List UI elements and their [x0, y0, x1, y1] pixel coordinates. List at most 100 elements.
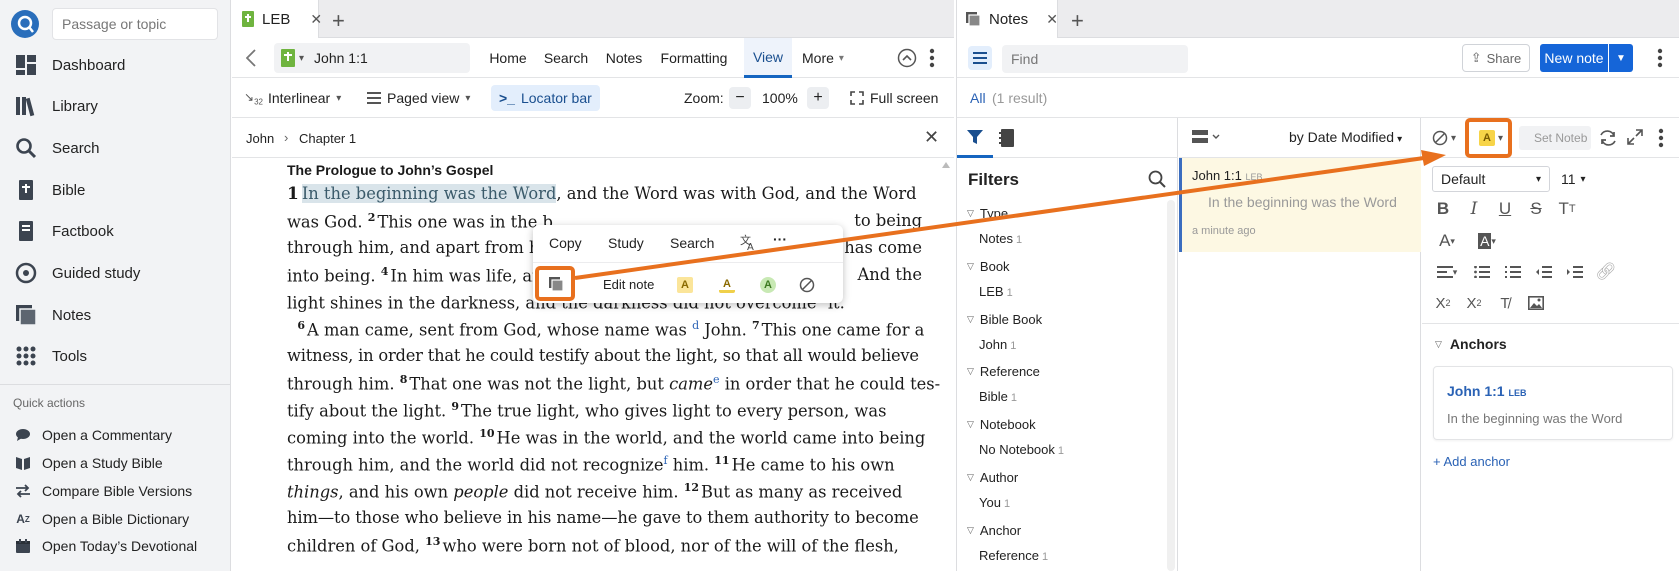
superscript-icon[interactable]: X2 — [1463, 292, 1485, 314]
full-screen-button[interactable]: Full screen — [850, 85, 938, 111]
font-size-select[interactable]: 11 ▾ — [1555, 166, 1600, 192]
collapse-up-icon[interactable] — [897, 48, 917, 68]
sidebar-item-tools[interactable]: Tools — [0, 336, 231, 376]
tab-close-icon[interactable]: ✕ — [1046, 11, 1058, 28]
sidebar-item-library[interactable]: Library — [0, 86, 231, 126]
menu-view[interactable]: View — [744, 38, 792, 78]
menu-notes[interactable]: Notes — [599, 38, 649, 78]
search-button[interactable]: Search — [670, 235, 714, 251]
more-vertical-icon[interactable] — [1657, 48, 1663, 68]
add-anchor-link[interactable]: + Add anchor — [1433, 454, 1510, 469]
add-tab-icon[interactable]: + — [1071, 8, 1084, 34]
study-button[interactable]: Study — [608, 235, 644, 251]
bullet-list-icon[interactable] — [1471, 261, 1493, 283]
tab-notes[interactable]: Notes ✕ — [957, 0, 1058, 38]
subscript-icon[interactable]: X2 — [1432, 292, 1454, 314]
quick-action-commentary[interactable]: Open a Commentary — [0, 422, 231, 448]
align-icon[interactable]: ▾ — [1432, 261, 1462, 283]
highlight-underline-icon[interactable]: A — [719, 277, 735, 293]
filter-option[interactable]: You 1 — [979, 495, 1010, 510]
edit-note-button[interactable]: Edit note — [603, 277, 654, 292]
sidebar-item-bible[interactable]: Bible — [0, 170, 231, 210]
filter-section-author[interactable]: ▽ Author — [967, 470, 1018, 485]
sidebar-item-factbook[interactable]: Factbook — [0, 211, 231, 251]
link-icon[interactable]: 🔗︎ — [1595, 261, 1617, 283]
filter-section-reference[interactable]: ▽ Reference — [967, 364, 1040, 379]
strikethrough-icon[interactable]: S — [1525, 198, 1547, 220]
numbered-list-icon[interactable] — [1502, 261, 1524, 283]
filter-option[interactable]: Bible 1 — [979, 389, 1017, 404]
menu-list-icon[interactable] — [968, 46, 992, 70]
breadcrumb-chapter[interactable]: Chapter 1 — [299, 131, 356, 146]
anchors-section-header[interactable]: ▽ Anchors — [1435, 336, 1507, 352]
notebook-icon[interactable] — [999, 128, 1015, 148]
anchor-card[interactable]: John 1:1 LEB In the beginning was the Wo… — [1433, 366, 1673, 440]
filter-section-notebook[interactable]: ▽ Notebook — [967, 417, 1036, 432]
italic-icon[interactable]: I — [1463, 198, 1485, 220]
image-icon[interactable] — [1525, 292, 1547, 314]
sync-icon[interactable] — [1598, 128, 1618, 148]
highlight-yellow-icon[interactable]: A — [677, 277, 693, 293]
menu-search[interactable]: Search — [538, 38, 594, 78]
add-to-note-icon[interactable] — [548, 276, 564, 292]
filter-option[interactable]: LEB 1 — [979, 284, 1013, 299]
more-actions-button[interactable]: ··· — [773, 231, 787, 247]
reference-box[interactable]: ▾ John 1:1 — [274, 43, 470, 73]
filter-funnel-icon[interactable] — [957, 118, 993, 158]
new-note-button[interactable]: New note — [1540, 44, 1608, 72]
reference-input[interactable]: John 1:1 — [314, 50, 368, 66]
filter-search-icon[interactable] — [1148, 170, 1166, 188]
underline-icon[interactable]: U — [1494, 198, 1516, 220]
text-highlight-icon[interactable]: A ▾ — [1471, 230, 1503, 252]
quick-action-dictionary[interactable]: AZ Open a Bible Dictionary — [0, 506, 231, 532]
menu-more[interactable]: More ▾ — [802, 38, 852, 78]
bold-icon[interactable]: B — [1432, 198, 1454, 220]
indent-icon[interactable] — [1564, 261, 1586, 283]
zoom-value[interactable]: 100% — [762, 85, 798, 111]
filter-option[interactable]: John 1 — [979, 337, 1016, 352]
clear-format-icon[interactable]: T̸ — [1494, 292, 1516, 314]
logos-logo-icon[interactable] — [11, 10, 39, 38]
sidebar-item-guided-study[interactable]: Guided study — [0, 253, 231, 293]
menu-home[interactable]: Home — [483, 38, 533, 78]
outdent-icon[interactable] — [1533, 261, 1555, 283]
text-size-icon[interactable]: TT — [1556, 198, 1578, 220]
translate-icon[interactable]: 文A — [739, 233, 757, 251]
back-icon[interactable] — [246, 49, 256, 67]
more-vertical-icon[interactable] — [929, 48, 935, 68]
close-locator-icon[interactable]: ✕ — [924, 127, 939, 148]
find-input[interactable]: Find — [1002, 45, 1188, 73]
sidebar-item-notes[interactable]: Notes — [0, 295, 231, 335]
selected-highlight-text[interactable]: In the beginning was the Word — [301, 184, 557, 203]
locator-bar-button[interactable]: >_ Locator bar — [491, 85, 600, 111]
filter-section-bible-book[interactable]: ▽ Bible Book — [967, 312, 1042, 327]
filter-option[interactable]: No Notebook 1 — [979, 442, 1064, 457]
highlight-style-dropdown[interactable]: A ▾ — [1479, 130, 1503, 146]
highlight-green-icon[interactable]: A — [760, 277, 776, 293]
interlinear-button[interactable]: ↘32 Interlinear ▾ — [244, 85, 341, 111]
add-tab-icon[interactable]: + — [332, 8, 345, 34]
tab-close-icon[interactable]: ✕ — [310, 11, 322, 28]
quick-action-devotional[interactable]: Open Today’s Devotional — [0, 533, 231, 559]
paged-view-button[interactable]: Paged view ▾ — [367, 85, 470, 111]
sort-dropdown[interactable]: by Date Modified ▾ — [1289, 129, 1402, 145]
more-vertical-icon[interactable] — [1658, 128, 1664, 148]
filter-section-anchor[interactable]: ▽ Anchor — [967, 523, 1021, 538]
font-family-select[interactable]: Default ▾ — [1432, 166, 1550, 192]
filter-section-type[interactable]: ▽ Type — [967, 206, 1008, 221]
filter-option[interactable]: Reference 1 — [979, 548, 1048, 563]
share-button[interactable]: ⇪ Share — [1462, 44, 1530, 72]
breadcrumb-book[interactable]: John — [246, 131, 274, 146]
menu-formatting[interactable]: Formatting — [654, 38, 734, 78]
text-color-icon[interactable]: A ▾ — [1432, 230, 1462, 252]
clear-highlight-icon[interactable] — [799, 277, 815, 293]
notebook-selector[interactable]: Set Noteb — [1519, 126, 1591, 150]
anchor-ref[interactable]: John 1:1 LEB — [1447, 383, 1526, 399]
sidebar-item-dashboard[interactable]: Dashboard — [0, 45, 231, 85]
no-style-icon[interactable]: ▾ — [1432, 130, 1456, 146]
zoom-in-button[interactable]: + — [807, 85, 829, 111]
filters-scrollbar[interactable] — [1167, 200, 1175, 571]
list-view-icon[interactable] — [1192, 130, 1222, 144]
new-note-dropdown-icon[interactable]: ▼ — [1609, 44, 1633, 72]
filter-section-book[interactable]: ▽ Book — [967, 259, 1010, 274]
